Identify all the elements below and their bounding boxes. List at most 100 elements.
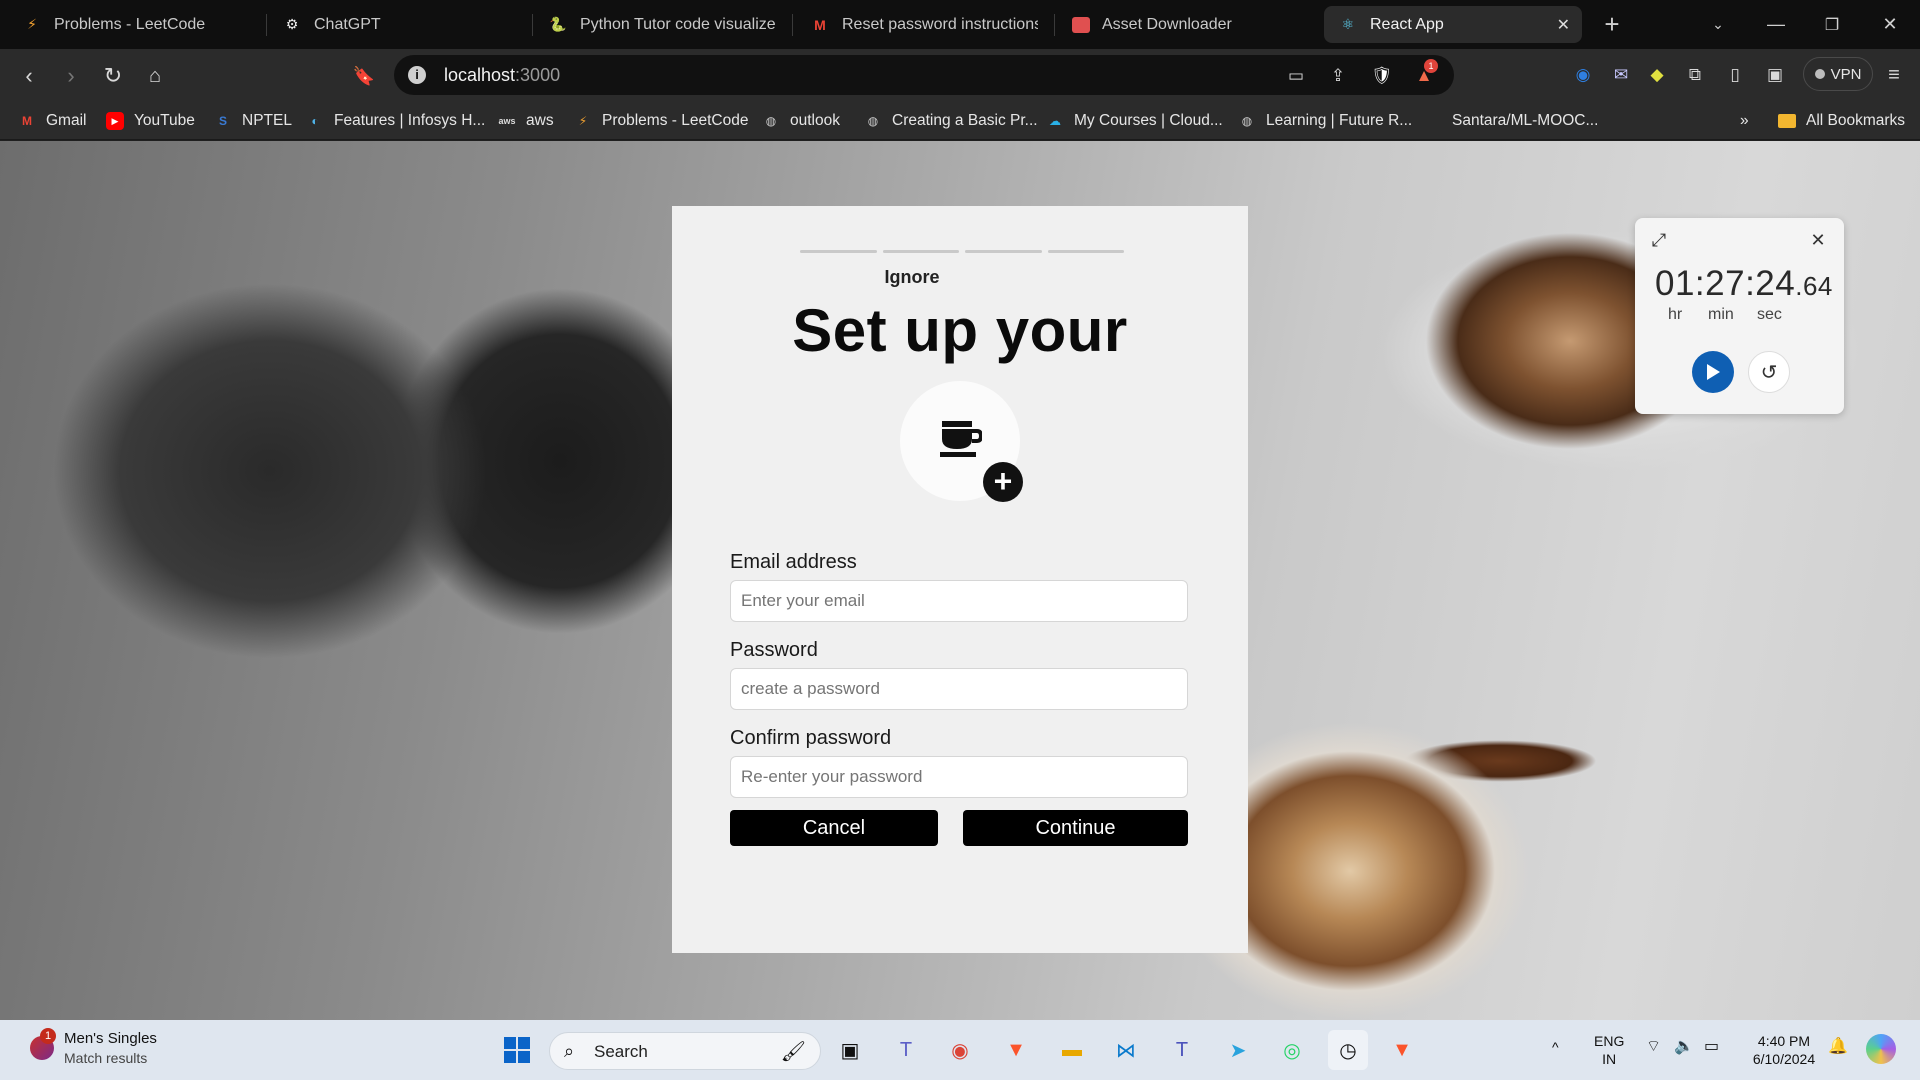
brave-shields-icon[interactable]: 🛡 xyxy=(1370,65,1394,87)
all-bookmarks-button[interactable]: All Bookmarks xyxy=(1778,108,1905,134)
clock[interactable]: 4:40 PM 6/10/2024 xyxy=(1744,1032,1824,1068)
bookmark-my-courses[interactable]: ☁ My Courses | Cloud... xyxy=(1046,108,1223,134)
cast-icon[interactable]: ▭ xyxy=(1284,65,1308,87)
github-icon xyxy=(1424,112,1442,130)
battery-icon[interactable]: ▭ xyxy=(1704,1038,1719,1056)
password-label: Password xyxy=(730,639,818,661)
add-photo-icon[interactable]: + xyxy=(983,462,1023,502)
home-button[interactable]: ⌂ xyxy=(138,59,172,93)
file-explorer-icon[interactable]: ▬ xyxy=(1052,1030,1092,1070)
bookmark-santara[interactable]: Santara/ML-MOOC... xyxy=(1424,108,1598,134)
reset-icon: ↺ xyxy=(1760,361,1778,384)
reload-button[interactable]: ↻ xyxy=(96,59,130,93)
play-button[interactable] xyxy=(1692,351,1734,393)
new-tab-button[interactable]: + xyxy=(1584,0,1640,49)
bookmark-youtube[interactable]: ▶ YouTube xyxy=(106,108,195,134)
tray-overflow-icon[interactable]: ^ xyxy=(1552,1038,1559,1056)
tab-separator xyxy=(532,14,533,36)
bookmarks-overflow-button[interactable]: » xyxy=(1740,108,1749,134)
chrome-icon[interactable]: ◉ xyxy=(940,1030,980,1070)
clock-app-icon[interactable]: ◷ xyxy=(1328,1030,1368,1070)
whatsapp-icon[interactable]: ◎ xyxy=(1272,1030,1312,1070)
progress-steps xyxy=(800,250,1124,254)
tab-leetcode[interactable]: ⚡ Problems - LeetCode xyxy=(8,6,264,43)
start-button[interactable] xyxy=(497,1030,537,1070)
back-button[interactable]: ‹ xyxy=(12,59,46,93)
tab-react-app[interactable]: ⚛ React App ✕ xyxy=(1324,6,1582,43)
language-indicator[interactable]: ENG IN xyxy=(1594,1032,1624,1068)
unit-hr: hr xyxy=(1668,306,1683,323)
python-icon: 🐍 xyxy=(549,16,567,32)
extension-mail-icon[interactable]: ✉ xyxy=(1609,63,1633,87)
continue-button[interactable]: Continue xyxy=(963,810,1188,846)
forward-button[interactable]: › xyxy=(54,59,88,93)
minimize-button[interactable]: — xyxy=(1748,0,1804,49)
teams-icon[interactable]: T xyxy=(886,1030,926,1070)
task-view-icon[interactable]: ▣ xyxy=(830,1030,870,1070)
brave-icon[interactable]: ▼ xyxy=(996,1030,1036,1070)
browser-toolbar: ‹ › ↻ ⌂ 🔖 i localhost:3000 ▭ ⇪ 🛡 ▲ 1 ◉ ✉… xyxy=(0,49,1920,102)
bookmark-infosys[interactable]: ◐ Features | Infosys H... xyxy=(306,108,485,134)
bookmark-nptel[interactable]: S NPTEL xyxy=(214,108,292,134)
bookmark-outlook[interactable]: ◍ outlook xyxy=(762,108,840,134)
bookmark-icon[interactable]: 🔖 xyxy=(347,59,381,93)
cloud-icon: ☁ xyxy=(1049,114,1061,128)
share-icon[interactable]: ⇪ xyxy=(1326,65,1350,87)
close-tab-icon[interactable]: ✕ xyxy=(1557,15,1570,35)
bookmark-gmail[interactable]: M Gmail xyxy=(18,108,86,134)
brave-second-icon[interactable]: ▼ xyxy=(1382,1030,1422,1070)
reset-button[interactable]: ↺ xyxy=(1748,351,1790,393)
maximize-button[interactable]: ❐ xyxy=(1804,0,1860,49)
bookmark-leetcode[interactable]: ⚡ Problems - LeetCode xyxy=(574,108,749,134)
bookmark-learning[interactable]: ◍ Learning | Future R... xyxy=(1238,108,1412,134)
extensions-puzzle-icon[interactable]: ⧉ xyxy=(1683,63,1707,87)
news-title: Men's Singles xyxy=(64,1030,157,1047)
globe-icon: ◍ xyxy=(765,114,777,128)
globe-icon: ◍ xyxy=(867,114,879,128)
vpn-button[interactable]: VPN xyxy=(1803,57,1873,91)
folder-icon xyxy=(1778,114,1796,128)
tab-python-tutor[interactable]: 🐍 Python Tutor code visualizer: Vi xyxy=(534,6,790,43)
notification-bell-icon[interactable]: 🔔 xyxy=(1828,1038,1848,1056)
react-icon: ⚛ xyxy=(1341,16,1355,32)
address-bar[interactable]: i localhost:3000 ▭ ⇪ 🛡 ▲ 1 xyxy=(394,55,1454,95)
teams-work-icon[interactable]: T xyxy=(1162,1030,1202,1070)
telegram-icon[interactable]: ➤ xyxy=(1218,1030,1258,1070)
rewards-badge: 1 xyxy=(1424,59,1438,73)
bookmark-aws[interactable]: aws aws xyxy=(498,108,553,134)
expand-icon[interactable]: ⤢ xyxy=(1649,230,1669,250)
confirm-password-label: Confirm password xyxy=(730,727,892,749)
cancel-button[interactable]: Cancel xyxy=(730,810,938,846)
bookmark-creating-basic[interactable]: ◍ Creating a Basic Pr... xyxy=(864,108,1038,134)
copilot-icon[interactable] xyxy=(1866,1034,1896,1064)
extension-color-icon[interactable]: ◆ xyxy=(1645,63,1669,87)
aws-icon: aws xyxy=(498,116,516,126)
url-text[interactable]: localhost:3000 xyxy=(444,65,560,86)
volume-icon[interactable]: 🔈 xyxy=(1674,1038,1694,1056)
email-label: Email address xyxy=(730,551,857,573)
news-widget[interactable]: 1 Men's Singles Match results xyxy=(30,1028,190,1070)
site-info-icon[interactable]: i xyxy=(408,66,426,84)
tab-search-chevron-icon[interactable]: ⌄ xyxy=(1690,0,1746,49)
close-icon[interactable]: ✕ xyxy=(1808,230,1828,250)
password-field[interactable] xyxy=(730,668,1188,710)
email-field[interactable] xyxy=(730,580,1188,622)
tab-gmail-reset[interactable]: M Reset password instructions - k xyxy=(796,6,1052,43)
confirm-password-field[interactable] xyxy=(730,756,1188,798)
extension-skype-icon[interactable]: ◉ xyxy=(1571,63,1595,87)
progress-step xyxy=(800,250,877,253)
ignore-link[interactable]: Ignore xyxy=(672,267,1152,288)
youtube-icon: ▶ xyxy=(106,112,124,130)
wallet-icon[interactable]: ▣ xyxy=(1763,63,1787,87)
avatar-upload[interactable]: + xyxy=(900,381,1023,502)
wifi-icon[interactable]: ⌔ xyxy=(1646,1038,1661,1056)
menu-icon[interactable]: ≡ xyxy=(1882,63,1906,87)
taskbar: 1 Men's Singles Match results ⌕ Search 🖌… xyxy=(0,1020,1920,1080)
tab-chatgpt[interactable]: ⚙ ChatGPT xyxy=(268,6,530,43)
vscode-icon[interactable]: ⋈ xyxy=(1106,1030,1146,1070)
tab-separator xyxy=(792,14,793,36)
close-window-button[interactable]: ✕ xyxy=(1862,0,1918,49)
tab-asset-downloader[interactable]: Asset Downloader xyxy=(1058,6,1320,43)
sidebar-icon[interactable]: ▯ xyxy=(1723,63,1747,87)
taskbar-search[interactable]: ⌕ Search 🖌 xyxy=(549,1032,821,1070)
